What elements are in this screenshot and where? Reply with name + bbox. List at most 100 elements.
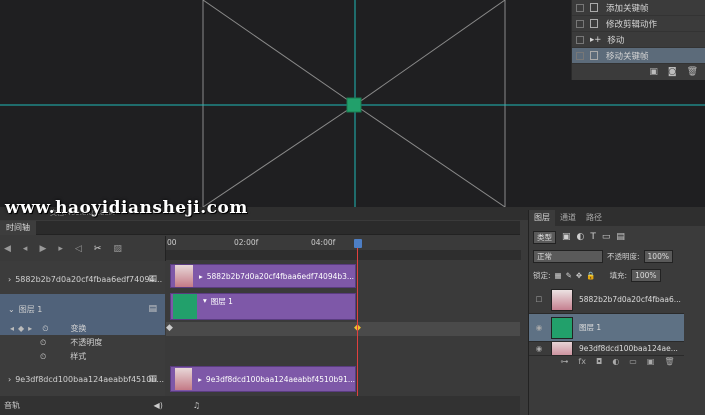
stopwatch-icon[interactable]: ⏲	[42, 324, 48, 334]
tab-layers[interactable]: 图层	[529, 210, 555, 226]
filter-shape-icon[interactable]: ▭	[602, 232, 611, 242]
keyframe-track[interactable]	[166, 350, 520, 364]
filter-smart-icon[interactable]: ▤	[616, 232, 625, 242]
timeline-ruler[interactable]: 00 02:00f 04:00f	[165, 236, 521, 261]
next-frame-icon[interactable]: ▸	[58, 244, 63, 254]
keyframe-track[interactable]	[166, 336, 520, 350]
chevron-right-icon: ▸	[199, 271, 203, 281]
lock-brush-icon[interactable]: ✎	[566, 271, 572, 280]
action-doc-icon	[590, 19, 598, 28]
move-icon: ▸+	[590, 34, 602, 45]
filter-pixel-icon[interactable]: ▣	[562, 232, 571, 242]
adjust-icon[interactable]: ◐	[612, 357, 619, 369]
layer-row[interactable]: ◉ 9e3df8dcd100baa124ae...	[529, 342, 684, 356]
layer-row[interactable]: ☐ 5882b2b7d0a20cf4fbaa6...	[529, 286, 684, 314]
ruler-tick: 02:00f	[234, 238, 259, 247]
film-icon[interactable]: ▤	[148, 374, 157, 384]
new-snapshot-icon[interactable]: ▣	[649, 67, 658, 77]
timeline-layer-row[interactable]: › 5882b2b7d0a20cf4fbaa6edf74094... ▤	[0, 269, 165, 289]
action-item[interactable]: 修改剪辑动作	[572, 16, 705, 32]
speaker-icon[interactable]: ◀)	[154, 401, 163, 410]
blend-row: 正常 不透明度: 100%	[533, 249, 703, 263]
fill-input[interactable]: 100%	[631, 268, 661, 282]
tab-paths[interactable]: 路径	[581, 210, 607, 226]
clip-thumbnail	[173, 294, 197, 319]
layer-thumbnail	[551, 342, 573, 355]
mask-icon[interactable]: ◘	[596, 357, 602, 369]
prev-frame-icon[interactable]: ◂	[23, 244, 28, 254]
action-doc-icon	[590, 51, 598, 60]
layers-panel: 图层 通道 路径 类型 ▣ ◐ T ▭ ▤ 正常 不透明度: 100% 锁定: …	[528, 210, 705, 415]
expand-icon[interactable]: ›	[8, 275, 11, 284]
action-item[interactable]: ▸+ 移动	[572, 32, 705, 48]
lock-icon[interactable]: 🔒	[586, 271, 595, 280]
transition-icon[interactable]: ▨	[113, 244, 122, 254]
filter-adjust-icon[interactable]: ◐	[577, 232, 585, 242]
property-row[interactable]: ◂◆▸ ⏲ 变换	[0, 322, 165, 335]
expand-icon[interactable]: ›	[8, 375, 11, 384]
trash-icon[interactable]: 🗑	[664, 357, 674, 369]
playhead-line	[357, 248, 358, 415]
clip-thumbnail	[175, 265, 193, 287]
chevron-right-icon: ▸	[198, 374, 202, 384]
trash-icon[interactable]: 🗑	[687, 67, 698, 77]
clip-thumbnail	[175, 368, 193, 390]
eye-icon[interactable]: ◉	[533, 323, 545, 332]
filter-type-select[interactable]: 类型	[533, 230, 556, 244]
lock-pixels-icon[interactable]: ▦	[555, 271, 562, 280]
property-row[interactable]: ⏲ 不透明度	[0, 336, 165, 349]
tab-channels[interactable]: 通道	[555, 210, 581, 226]
layer-thumbnail	[551, 288, 573, 311]
music-icon[interactable]: ♫	[193, 401, 200, 410]
chevron-down-icon: ▾	[203, 296, 207, 305]
stopwatch-icon[interactable]: ⏲	[40, 352, 46, 362]
track: ▸ 9e3df8dcd100baa124aeabbf4510b91...	[166, 364, 520, 396]
property-row[interactable]: ⏲ 样式	[0, 350, 165, 363]
actions-panel: 添加关键帧 修改剪辑动作 ▸+ 移动 移动关键帧 ▣ ◙ 🗑	[571, 0, 705, 80]
playhead-handle[interactable]	[354, 239, 362, 248]
film-icon[interactable]: ▤	[148, 304, 157, 314]
fx-icon[interactable]: fx	[578, 357, 586, 369]
visibility-toggle[interactable]: ☐	[533, 295, 545, 304]
timeline-layer-row[interactable]: › 9e3df8dcd100baa124aeabbf4510b... ▤	[0, 369, 165, 389]
clip[interactable]: ▾ 图层 1	[170, 293, 356, 320]
film-icon[interactable]: ▤	[148, 274, 157, 284]
opacity-input[interactable]: 100%	[643, 249, 673, 263]
link-icon[interactable]: ⊶	[560, 357, 568, 369]
folder-icon[interactable]: ▭	[629, 357, 637, 369]
layer-filter: 类型 ▣ ◐ T ▭ ▤	[533, 230, 699, 244]
chevron-down-icon[interactable]: ⌄	[8, 305, 15, 314]
camera-icon[interactable]: ◙	[668, 67, 677, 77]
action-item[interactable]: 添加关键帧	[572, 0, 705, 16]
keyframe-nav-icon[interactable]: ◂◆▸	[10, 324, 36, 333]
action-item-selected[interactable]: 移动关键帧	[572, 48, 705, 64]
scissors-icon[interactable]: ✂	[94, 244, 102, 254]
timeline-header: 时间轴	[0, 221, 520, 235]
layers-toolbar: ⊶ fx ◘ ◐ ▭ ▣ 🗑	[529, 357, 705, 369]
blend-mode-select[interactable]: 正常	[533, 249, 603, 263]
play-icon[interactable]: ▶	[39, 244, 46, 254]
clip[interactable]: ▸ 9e3df8dcd100baa124aeabbf4510b91...	[170, 366, 356, 392]
eye-icon[interactable]: ◉	[533, 344, 545, 353]
actions-toolbar: ▣ ◙ 🗑	[572, 64, 705, 80]
layers-panel-tabs: 图层 通道 路径	[529, 210, 705, 226]
stopwatch-icon[interactable]: ⏲	[40, 338, 46, 348]
ruler-tick: 04:00f	[311, 238, 336, 247]
timeline-layer-row[interactable]: ⌄ 图层 1 ▤	[0, 294, 165, 324]
keyframe-track[interactable]: ◆ ◆	[166, 322, 520, 336]
audio-track-bar: 音轨 ◀) ♫	[0, 396, 520, 415]
tab-timeline[interactable]: 时间轴	[0, 221, 36, 235]
filter-text-icon[interactable]: T	[590, 232, 596, 242]
first-frame-icon[interactable]: ◀	[4, 244, 11, 254]
new-layer-icon[interactable]: ▣	[647, 357, 655, 369]
track: ▸ 5882b2b7d0a20cf4fbaa6edf74094b3...	[166, 261, 520, 291]
keyframe-icon[interactable]: ◆	[166, 323, 173, 333]
watermark: www.haoyidiansheji.com	[5, 198, 248, 218]
track: ▾ 图层 1	[166, 291, 520, 321]
lock-move-icon[interactable]: ✥	[576, 271, 582, 280]
audio-icon[interactable]: ◁	[75, 244, 82, 254]
clip[interactable]: ▸ 5882b2b7d0a20cf4fbaa6edf74094b3...	[170, 264, 356, 288]
playback-controls: ◀ ◂ ▶ ▸ ◁ ✂ ▨	[0, 236, 165, 261]
layer-row-selected[interactable]: ◉ 图层 1	[529, 314, 684, 342]
layer-thumbnail	[551, 316, 573, 339]
